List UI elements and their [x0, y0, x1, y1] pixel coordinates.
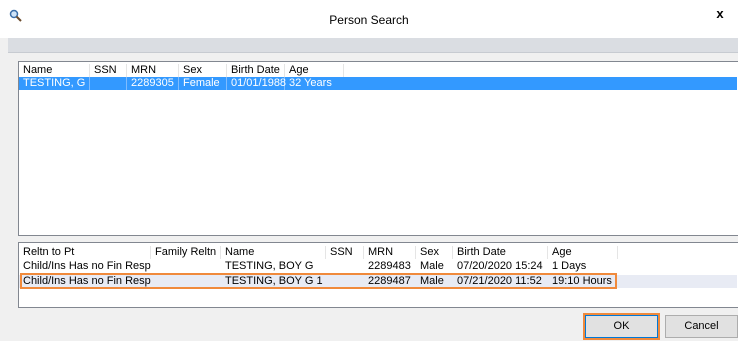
toolbar-strip	[8, 38, 738, 53]
cell-reltn: Child/Ins Has no Fin Resp	[23, 275, 151, 287]
close-button[interactable]: x	[705, 4, 735, 24]
column-header-birth-date[interactable]: Birth Date	[453, 246, 548, 259]
cell-family-reltn	[151, 260, 221, 273]
column-header-sex[interactable]: Sex	[416, 246, 453, 259]
cell-mrn: 2289487	[368, 275, 411, 287]
table-row[interactable]: Child/Ins Has no Fin Resp TESTING, BOY G…	[19, 260, 737, 273]
cell-sex: Female	[179, 77, 227, 90]
cell-name: TESTING, BOY G	[225, 260, 314, 272]
cell-name: TESTING, G	[19, 77, 90, 90]
cell-birth-date: 01/01/1988	[227, 77, 286, 90]
cell-sex: Male	[420, 275, 444, 287]
column-header-family-reltn[interactable]: Family Reltn	[151, 246, 221, 259]
cell-reltn: Child/Ins Has no Fin Resp	[23, 260, 151, 272]
table-row[interactable]: TESTING, G 2289305 Female 01/01/1988 32 …	[19, 77, 737, 90]
person-search-window: Person Search x Name SSN MRN Sex Birth D…	[0, 0, 738, 341]
related-person-list[interactable]: Reltn to Pt Family Reltn Name SSN MRN Se…	[18, 242, 738, 308]
cell-age: 32 Years	[289, 77, 332, 89]
cell-birth-date: 07/21/2020 11:52	[457, 275, 542, 287]
ok-button[interactable]: OK	[583, 313, 660, 340]
person-list-header: Name SSN MRN Sex Birth Date Age	[19, 64, 344, 77]
column-header-name[interactable]: Name	[19, 64, 90, 77]
cell-mrn: 2289483	[368, 260, 411, 272]
cell-family-reltn	[151, 275, 221, 288]
column-header-sex[interactable]: Sex	[179, 64, 227, 77]
cancel-button[interactable]: Cancel	[665, 315, 738, 338]
cell-sex: Male	[420, 260, 444, 272]
column-header-ssn[interactable]: SSN	[90, 64, 127, 77]
cell-ssn	[326, 260, 364, 273]
related-list-header: Reltn to Pt Family Reltn Name SSN MRN Se…	[19, 246, 737, 259]
column-header-name[interactable]: Name	[221, 246, 326, 259]
column-header-age[interactable]: Age	[285, 64, 344, 77]
column-header-birth-date[interactable]: Birth Date	[227, 64, 285, 77]
column-header-reltn-to-pt[interactable]: Reltn to Pt	[19, 246, 151, 259]
column-header-ssn[interactable]: SSN	[326, 246, 364, 259]
cell-birth-date: 07/20/2020 15:24	[457, 260, 543, 272]
person-list[interactable]: Name SSN MRN Sex Birth Date Age TESTING,…	[18, 61, 738, 236]
cell-mrn: 2289305	[127, 77, 179, 90]
column-header-mrn[interactable]: MRN	[127, 64, 179, 77]
column-header-mrn[interactable]: MRN	[364, 246, 416, 259]
cell-ssn	[326, 275, 364, 288]
cell-age: 1 Days	[552, 260, 587, 272]
title-bar: Person Search x	[0, 0, 738, 38]
cell-ssn	[90, 77, 127, 90]
table-row[interactable]: Child/Ins Has no Fin Resp TESTING, BOY G…	[19, 275, 737, 288]
column-header-age[interactable]: Age	[548, 246, 618, 259]
cell-name: TESTING, BOY G 1	[225, 275, 323, 287]
window-title: Person Search	[329, 13, 409, 27]
cell-age: 19:10 Hours	[552, 275, 612, 287]
